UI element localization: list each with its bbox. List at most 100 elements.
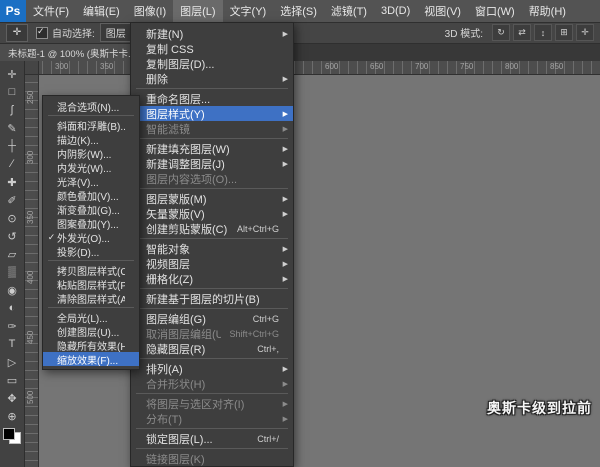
layer-menu-item[interactable]: 新建(N)▶ (131, 26, 293, 41)
layer-style-item[interactable]: 光泽(V)... (43, 174, 139, 188)
brush-tool[interactable]: ✐ (2, 191, 23, 209)
hand-tool[interactable]: ✥ (2, 389, 23, 407)
layer-style-item[interactable]: 内阴影(W)... (43, 146, 139, 160)
layer-menu-item-label: 复制 CSS (146, 41, 279, 57)
layer-menu-item[interactable]: 智能对象▶ (131, 241, 293, 256)
layer-menu-item[interactable]: 矢量蒙版(V)▶ (131, 206, 293, 221)
lasso-tool[interactable]: ʃ (2, 101, 23, 119)
history-brush-tool[interactable]: ↺ (2, 227, 23, 245)
layer-menu-item[interactable]: 视频图层▶ (131, 256, 293, 271)
3d-mode-icon[interactable]: ↕ (534, 24, 552, 41)
layer-style-item[interactable]: ✓外发光(O)... (43, 230, 139, 244)
eraser-tool[interactable]: ▱ (2, 245, 23, 263)
vertical-ruler[interactable]: 250300350400450500 (25, 74, 39, 467)
dodge-tool[interactable]: ◐ (2, 299, 23, 317)
layer-menu-item: 链接图层(K) (131, 451, 293, 466)
layer-style-submenu: 混合选项(N)... 斜面和浮雕(B)...描边(K)...内阴影(W)...内发… (42, 95, 140, 370)
menubar: Ps 文件(F)编辑(E)图像(I)图层(L)文字(Y)选择(S)滤镜(T)3D… (0, 0, 600, 23)
layer-menu-item[interactable]: 新建填充图层(W)▶ (131, 141, 293, 156)
layer-menu-item-label: 创建剪贴蒙版(C) (146, 221, 229, 237)
healing-brush-tool[interactable]: ✚ (2, 173, 23, 191)
3d-mode-icon[interactable]: ⊞ (555, 24, 573, 41)
menubar-item[interactable]: 视图(V) (417, 0, 468, 22)
layer-style-item[interactable]: 清除图层样式(A) (43, 291, 139, 305)
layer-style-item[interactable]: 缩放效果(F)... (43, 352, 139, 366)
layer-style-item[interactable]: 描边(K)... (43, 132, 139, 146)
layer-menu-item[interactable]: 新建调整图层(J)▶ (131, 156, 293, 171)
layer-menu-item-label: 重命名图层... (146, 91, 279, 107)
document-title: 未标题-1 @ 100% (奥斯卡卡... (8, 46, 136, 60)
layer-menu-item[interactable]: 栅格化(Z)▶ (131, 271, 293, 286)
layer-menu-item[interactable]: 锁定图层(L)...Ctrl+/ (131, 431, 293, 446)
type-tool[interactable]: T (2, 335, 23, 353)
layer-menu-item[interactable]: 排列(A)▶ (131, 361, 293, 376)
3d-mode-icon[interactable]: ✛ (576, 24, 594, 41)
current-tool-icon[interactable]: ✛ (6, 24, 28, 42)
layer-menu-item[interactable]: 创建剪贴蒙版(C) Alt+Ctrl+G (131, 221, 293, 236)
menubar-item[interactable]: 文件(F) (26, 0, 76, 22)
foreground-color-swatch[interactable] (3, 428, 15, 440)
layer-style-item[interactable]: 内发光(W)... (43, 160, 139, 174)
layer-menu-item[interactable]: 复制 CSS (131, 41, 293, 56)
layer-style-item[interactable]: 混合选项(N)... (43, 99, 139, 113)
clone-stamp-tool[interactable]: ⊙ (2, 209, 23, 227)
layer-style-item[interactable]: 颜色叠加(V)... (43, 188, 139, 202)
layer-style-item[interactable]: 斜面和浮雕(B)... (43, 118, 139, 132)
pen-tool[interactable]: ✑ (2, 317, 23, 335)
layer-style-item-label: 缩放效果(F)... (57, 352, 125, 367)
menubar-item[interactable]: 滤镜(T) (324, 0, 374, 22)
layer-menu-item[interactable]: 图层蒙版(M)▶ (131, 191, 293, 206)
3d-mode-icon[interactable]: ↻ (492, 24, 510, 41)
zoom-tool[interactable]: ⊕ (2, 407, 23, 425)
ps-logo: Ps (0, 0, 26, 22)
horizontal-ruler[interactable]: 300350400450500550600650700750800850 (25, 61, 600, 75)
crop-tool[interactable]: ┼ (2, 137, 23, 155)
eyedropper-tool[interactable]: ∕ (2, 155, 23, 173)
layer-style-item[interactable]: 图案叠加(Y)... (43, 216, 139, 230)
submenu-arrow-icon: ▶ (279, 195, 288, 203)
layer-menu-item[interactable]: 重命名图层... (131, 91, 293, 106)
layer-menu-item-label: 图层内容选项(O)... (146, 171, 279, 187)
layer-menu-item[interactable]: 删除▶ (131, 71, 293, 86)
marquee-tool[interactable]: □ (2, 83, 23, 101)
layer-menu-separator (136, 308, 288, 309)
menubar-item[interactable]: 图像(I) (127, 0, 173, 22)
menubar-item[interactable]: 选择(S) (273, 0, 324, 22)
layer-style-item[interactable]: 投影(D)... (43, 244, 139, 258)
menubar-item[interactable]: 文字(Y) (223, 0, 274, 22)
color-swatches[interactable] (3, 428, 21, 444)
menubar-item[interactable]: 编辑(E) (76, 0, 127, 22)
shape-tool[interactable]: ▭ (2, 371, 23, 389)
layer-menu-item-label: 新建(N) (146, 26, 279, 42)
quick-selection-tool[interactable]: ✎ (2, 119, 23, 137)
tools-panel: ✛□ʃ✎┼∕✚✐⊙↺▱▒◉◐✑T▷▭✥⊕ (0, 61, 25, 467)
ruler-number: 350 (100, 62, 113, 71)
menubar-item[interactable]: 窗口(W) (468, 0, 522, 22)
layer-menu-item[interactable]: 图层编组(G)Ctrl+G (131, 311, 293, 326)
layer-style-item[interactable]: 拷贝图层样式(C) (43, 263, 139, 277)
move-tool[interactable]: ✛ (2, 65, 23, 83)
layer-menu-item[interactable]: 新建基于图层的切片(B) (131, 291, 293, 306)
layer-style-item[interactable]: 隐藏所有效果(H) (43, 338, 139, 352)
blur-tool[interactable]: ◉ (2, 281, 23, 299)
3d-mode-icon[interactable]: ⇄ (513, 24, 531, 41)
layer-style-item[interactable]: 创建图层(U)... (43, 324, 139, 338)
layer-menu-separator (136, 138, 288, 139)
layer-style-item-label: 清除图层样式(A) (57, 291, 125, 306)
path-selection-tool[interactable]: ▷ (2, 353, 23, 371)
gradient-tool[interactable]: ▒ (2, 263, 23, 281)
shortcut-label: Ctrl+, (257, 344, 279, 354)
menubar-item[interactable]: 图层(L) (173, 0, 222, 22)
shortcut-label: Alt+Ctrl+G (237, 224, 279, 234)
layer-style-item[interactable]: 全局光(L)... (43, 310, 139, 324)
layer-menu-item[interactable]: 复制图层(D)... (131, 56, 293, 71)
auto-select-checkbox[interactable] (36, 27, 48, 39)
layer-menu-item[interactable]: 图层样式(Y)▶ (131, 106, 293, 121)
layer-menu-item[interactable]: 隐藏图层(R)Ctrl+, (131, 341, 293, 356)
menubar-item[interactable]: 帮助(H) (522, 0, 573, 22)
menubar-item[interactable]: 3D(D) (374, 0, 417, 22)
layer-style-item[interactable]: 粘贴图层样式(P) (43, 277, 139, 291)
submenu-arrow-icon: ▶ (279, 275, 288, 283)
ruler-number: 800 (505, 62, 518, 71)
layer-style-item[interactable]: 渐变叠加(G)... (43, 202, 139, 216)
